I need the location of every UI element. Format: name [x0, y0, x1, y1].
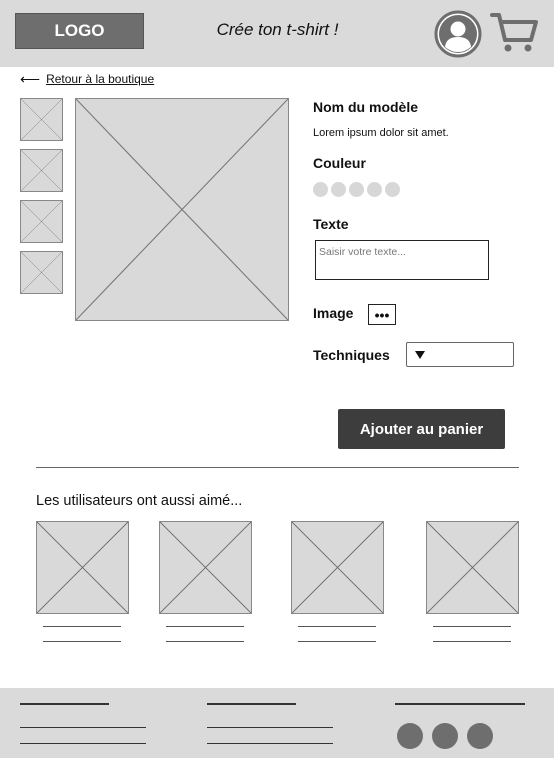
related-product-price-line-2: [166, 641, 244, 642]
dropdown-triangle-icon: [415, 351, 425, 359]
related-product-image-4[interactable]: [426, 521, 519, 614]
color-swatch-1[interactable]: [313, 182, 328, 197]
product-name-label: Nom du modèle: [313, 99, 419, 115]
techniques-label: Techniques: [313, 347, 390, 363]
footer-column-1-link-2[interactable]: [20, 743, 146, 744]
related-product-title-line-4: [433, 626, 511, 627]
thumbnail-image-2[interactable]: [20, 149, 63, 192]
related-product-image-3[interactable]: [291, 521, 384, 614]
color-swatch-4[interactable]: [367, 182, 382, 197]
footer-column-1-heading: [20, 703, 109, 705]
thumbnail-image-1[interactable]: [20, 98, 63, 141]
thumbnail-image-4[interactable]: [20, 251, 63, 294]
add-to-cart-button[interactable]: Ajouter au panier: [338, 409, 505, 449]
social-icon-1[interactable]: [397, 723, 423, 749]
image-label: Image: [313, 305, 354, 321]
social-icon-3[interactable]: [467, 723, 493, 749]
techniques-select[interactable]: [406, 342, 514, 367]
footer: [0, 688, 554, 758]
related-section-title: Les utilisateurs ont aussi aimé...: [36, 493, 243, 509]
user-avatar-icon[interactable]: [434, 10, 482, 58]
arrow-left-icon: ⟵: [20, 71, 41, 87]
related-product-price-line-3: [298, 641, 376, 642]
shopping-cart-icon[interactable]: [490, 11, 538, 55]
related-product-title-line-3: [298, 626, 376, 627]
color-label: Couleur: [313, 155, 366, 171]
product-description: Lorem ipsum dolor sit amet.: [313, 127, 449, 139]
thumbnail-image-3[interactable]: [20, 200, 63, 243]
footer-column-2-link-2[interactable]: [207, 743, 333, 744]
color-swatch-3[interactable]: [349, 182, 364, 197]
main-product-image: [75, 98, 289, 321]
footer-column-1-link-1[interactable]: [20, 727, 146, 728]
related-product-price-line-4: [433, 641, 511, 642]
footer-column-2-heading: [207, 703, 296, 705]
footer-column-2-link-1[interactable]: [207, 727, 333, 728]
page-tagline: Crée ton t-shirt !: [216, 20, 339, 39]
back-link-label: Retour à la boutique: [46, 72, 155, 86]
image-upload-button[interactable]: •••: [368, 304, 396, 325]
color-swatch-2[interactable]: [331, 182, 346, 197]
text-label: Texte: [313, 216, 349, 232]
section-divider: [36, 467, 519, 468]
social-icon-2[interactable]: [432, 723, 458, 749]
back-to-shop-link[interactable]: ⟵ Retour à la boutique: [20, 72, 154, 86]
related-product-title-line-2: [166, 626, 244, 627]
custom-text-input[interactable]: Saisir votre texte...: [315, 240, 489, 280]
related-product-image-2[interactable]: [159, 521, 252, 614]
related-product-image-1[interactable]: [36, 521, 129, 614]
color-swatch-5[interactable]: [385, 182, 400, 197]
related-product-title-line-1: [43, 626, 121, 627]
related-product-price-line-1: [43, 641, 121, 642]
logo[interactable]: LOGO: [15, 13, 144, 49]
footer-column-3-heading: [395, 703, 525, 705]
